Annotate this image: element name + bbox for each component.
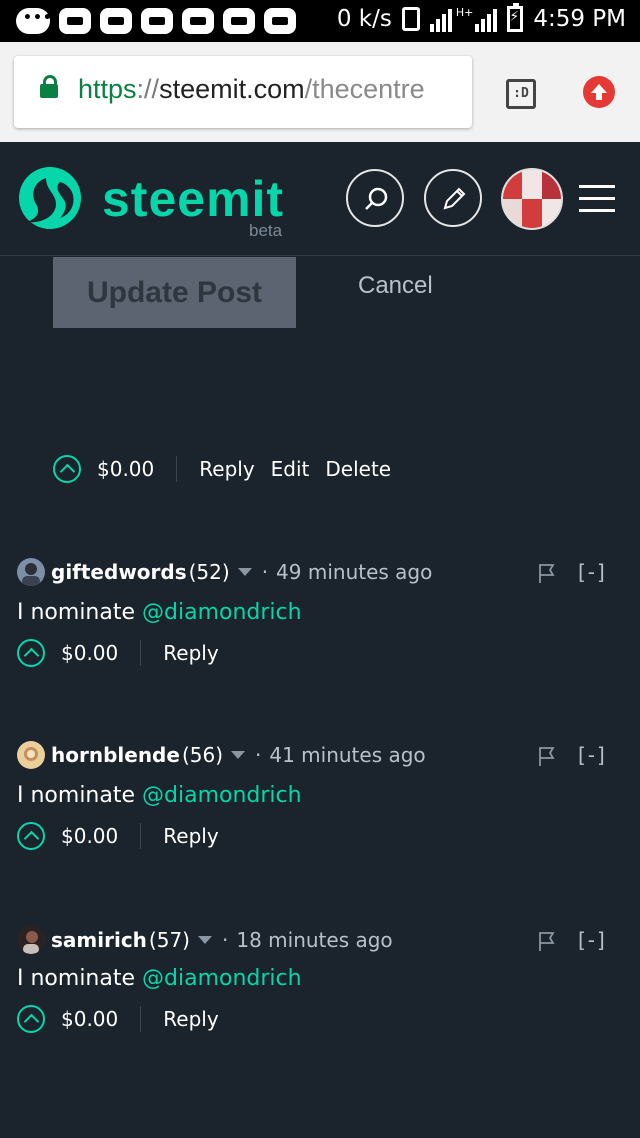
comment-body: I nominate @diamondrich — [17, 783, 302, 808]
system-indicators: 0 k/s H+ 4:59 PM — [336, 3, 626, 32]
upvote-icon[interactable] — [17, 1005, 45, 1033]
comment-text: I nominate — [17, 600, 143, 625]
avatar[interactable] — [17, 741, 45, 769]
url-path: /thecentre — [304, 74, 425, 104]
url-text[interactable]: https://steemit.com/thecentre — [78, 74, 425, 105]
flag-icon[interactable] — [538, 931, 556, 951]
comment-timestamp[interactable]: 49 minutes ago — [276, 560, 432, 584]
comment-timestamp[interactable]: 18 minutes ago — [236, 928, 392, 952]
url-host: steemit.com — [159, 74, 305, 104]
reply-link[interactable]: Reply — [163, 1007, 218, 1031]
comment-actions: $0.00 Reply — [17, 1005, 235, 1033]
author-reputation: (56) — [181, 743, 223, 767]
signal-icon — [429, 6, 452, 32]
comment-author[interactable]: hornblende — [51, 743, 180, 767]
reply-link[interactable]: Reply — [163, 641, 218, 665]
reply-link[interactable]: Reply — [163, 824, 218, 848]
hamburger-menu-icon[interactable] — [579, 185, 615, 213]
post-actions: $0.00 Reply Edit Delete — [53, 455, 407, 483]
notification-icons — [16, 8, 296, 34]
game-notification-icon — [59, 8, 91, 34]
site-header: steemit beta — [0, 142, 640, 256]
chevron-down-icon[interactable] — [197, 936, 212, 944]
reply-link[interactable]: Reply — [199, 457, 254, 481]
flag-icon[interactable] — [538, 746, 556, 766]
chevron-down-icon[interactable] — [231, 751, 245, 759]
new-post-button[interactable] — [424, 169, 482, 227]
search-icon — [365, 187, 388, 210]
payout-value[interactable]: $0.00 — [97, 457, 154, 481]
comment-header: samirich (57) · 18 minutes ago — [17, 926, 393, 954]
search-button[interactable] — [346, 169, 404, 227]
game-notification-icon — [100, 8, 132, 34]
game-notification-icon — [182, 8, 214, 34]
update-post-button[interactable]: Update Post — [53, 257, 296, 328]
mention-link[interactable]: @diamondrich — [142, 783, 302, 808]
beta-badge: beta — [249, 221, 283, 240]
game-notification-icon — [223, 8, 255, 34]
network-type: H+ — [455, 5, 474, 19]
cancel-button[interactable]: Cancel — [358, 272, 433, 300]
collapse-toggle[interactable]: [-] — [578, 743, 607, 767]
author-reputation: (52) — [188, 560, 230, 584]
chat-notification-icon — [16, 8, 53, 34]
upvote-icon[interactable] — [17, 822, 45, 850]
game-notification-icon — [141, 8, 173, 34]
tab-switcher-button[interactable]: :D — [506, 79, 536, 109]
delete-link[interactable]: Delete — [325, 457, 391, 481]
avatar[interactable] — [17, 926, 45, 954]
brand-name[interactable]: steemit — [102, 170, 284, 228]
flag-icon[interactable] — [538, 563, 556, 583]
lock-icon — [40, 75, 58, 98]
comment-body: I nominate @diamondrich — [17, 600, 302, 625]
divider — [140, 640, 142, 666]
status-bar: 0 k/s H+ 4:59 PM — [0, 0, 640, 42]
comment-actions: $0.00 Reply — [17, 822, 235, 850]
payout-value[interactable]: $0.00 — [61, 641, 118, 665]
comment-text: I nominate — [17, 783, 143, 808]
network-speed: 0 k/s — [336, 6, 392, 32]
comment-author[interactable]: samirich — [51, 928, 147, 952]
separator-dot: · — [221, 928, 229, 952]
browser-toolbar: https://steemit.com/thecentre :D — [0, 42, 640, 142]
divider — [140, 1006, 142, 1032]
signal-icon — [475, 6, 498, 32]
comment-timestamp[interactable]: 41 minutes ago — [269, 743, 425, 767]
separator-dot: · — [255, 743, 262, 767]
pencil-icon — [443, 187, 466, 210]
url-scheme: https — [78, 74, 137, 104]
separator-dot: · — [261, 560, 269, 584]
battery-charging-icon — [507, 3, 524, 32]
upvote-icon[interactable] — [53, 455, 81, 483]
payout-value[interactable]: $0.00 — [61, 824, 118, 848]
collapse-toggle[interactable]: [-] — [578, 560, 607, 584]
mention-link[interactable]: @diamondrich — [142, 600, 302, 625]
comment-text: I nominate — [17, 966, 143, 991]
steemit-logo-icon[interactable] — [16, 164, 84, 236]
vibrate-icon — [401, 7, 420, 31]
comment-header: giftedwords (52) · 49 minutes ago — [17, 558, 432, 586]
mention-link[interactable]: @diamondrich — [142, 966, 302, 991]
upload-icon[interactable] — [583, 76, 615, 108]
clock: 4:59 PM — [533, 6, 626, 32]
comment-author[interactable]: giftedwords — [51, 560, 187, 584]
upvote-icon[interactable] — [17, 639, 45, 667]
address-bar[interactable]: https://steemit.com/thecentre — [14, 56, 472, 128]
user-avatar[interactable] — [501, 168, 563, 230]
game-notification-icon — [264, 8, 296, 34]
comment-body: I nominate @diamondrich — [17, 966, 302, 991]
url-separator: :// — [136, 74, 160, 104]
collapse-toggle[interactable]: [-] — [578, 928, 607, 952]
chevron-down-icon[interactable] — [237, 568, 252, 576]
payout-value[interactable]: $0.00 — [61, 1007, 118, 1031]
divider — [140, 823, 142, 849]
edit-link[interactable]: Edit — [271, 457, 310, 481]
divider — [176, 456, 178, 482]
author-reputation: (57) — [148, 928, 190, 952]
avatar[interactable] — [17, 558, 45, 586]
comment-actions: $0.00 Reply — [17, 639, 235, 667]
comment-header: hornblende (56) · 41 minutes ago — [17, 741, 426, 769]
